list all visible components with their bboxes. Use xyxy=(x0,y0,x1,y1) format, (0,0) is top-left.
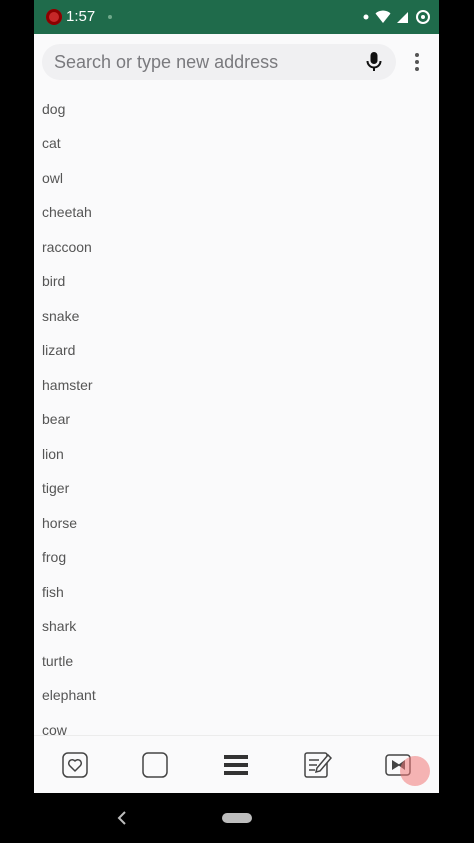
more-vertical-icon[interactable] xyxy=(407,52,427,72)
status-icons xyxy=(363,8,431,26)
status-time: 1:57 xyxy=(66,8,96,25)
list-item: elephant xyxy=(42,687,96,703)
list-item: cow xyxy=(42,722,67,735)
omnibox[interactable] xyxy=(42,44,396,80)
search-input[interactable] xyxy=(54,44,354,80)
bottom-toolbar xyxy=(34,735,439,793)
signal-icon xyxy=(397,10,409,24)
list-item: dog xyxy=(42,101,66,117)
data-saver-icon xyxy=(415,9,431,25)
list-item: horse xyxy=(42,515,78,531)
list-item: lizard xyxy=(42,342,76,358)
home-pill-icon[interactable] xyxy=(222,813,252,823)
touch-indicator xyxy=(400,756,430,786)
list-item: cheetah xyxy=(42,204,92,220)
list-item: snake xyxy=(42,308,80,324)
wifi-icon xyxy=(375,10,391,24)
tabs-icon[interactable] xyxy=(140,750,170,780)
list-item: lion xyxy=(42,446,64,462)
browser-toolbar xyxy=(34,34,439,90)
list-item: turtle xyxy=(42,653,74,669)
browser-window: dog cat owl cheetah raccoon bird snake l… xyxy=(34,34,439,793)
list-item: fish xyxy=(42,584,64,600)
list-item: cat xyxy=(42,135,61,151)
dot-icon xyxy=(363,14,369,20)
hamburger-menu-icon[interactable] xyxy=(221,750,251,780)
back-icon[interactable] xyxy=(116,809,128,832)
list-item: shark xyxy=(42,618,77,634)
list-item: bear xyxy=(42,411,71,427)
list-item: frog xyxy=(42,549,67,565)
status-bar: 1:57 xyxy=(34,0,439,34)
record-icon xyxy=(46,9,62,25)
list-item: hamster xyxy=(42,377,93,393)
microphone-icon[interactable] xyxy=(362,50,386,74)
favorites-icon[interactable] xyxy=(60,750,90,780)
list-item: owl xyxy=(42,170,64,186)
list-item: bird xyxy=(42,273,66,289)
notification-dot-icon xyxy=(108,15,112,19)
notes-icon[interactable] xyxy=(302,750,332,780)
phone-screen: 1:57 Search or type new address dog cat … xyxy=(34,0,439,843)
page-content: dog cat owl cheetah raccoon bird snake l… xyxy=(34,90,439,735)
system-nav-bar xyxy=(34,793,439,843)
list-item: raccoon xyxy=(42,239,92,255)
list-item: tiger xyxy=(42,480,70,496)
